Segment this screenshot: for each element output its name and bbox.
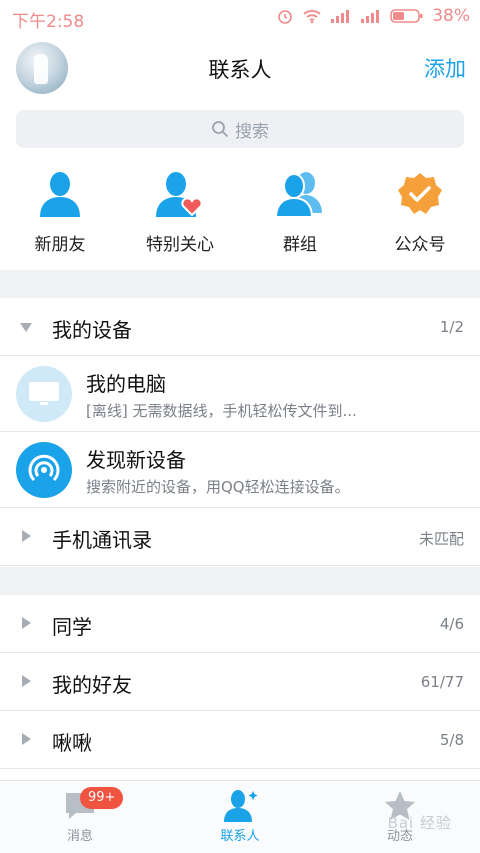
group-name: 我的好友: [52, 673, 132, 697]
group-count: 5/8: [439, 731, 464, 749]
group-phone-contacts[interactable]: 手机通讯录 未匹配: [0, 508, 480, 566]
device-subtitle: 搜索附近的设备，用QQ轻松连接设备。: [86, 478, 350, 496]
battery-level: 38%: [432, 6, 470, 26]
group-count: 未匹配: [418, 530, 464, 548]
status-time: 下午2:58: [12, 12, 85, 32]
tab-label: 消息: [66, 829, 93, 844]
quick-actions: 新朋友 特别关心 群组 公众号: [0, 168, 480, 258]
battery-icon: [390, 9, 423, 23]
quick-label: 新朋友: [34, 235, 86, 255]
chevron-right-icon: [22, 675, 31, 687]
group-my-friends[interactable]: 我的好友 61/77: [0, 653, 480, 711]
group-classmates[interactable]: 同学 4/6: [0, 595, 480, 653]
contacts-icon: [224, 790, 258, 822]
section-divider: [0, 270, 480, 298]
page-title: 联系人: [208, 58, 272, 82]
unread-badge: 99+: [80, 787, 124, 809]
device-title: 发现新设备: [86, 448, 186, 472]
device-title: 我的电脑: [86, 372, 166, 396]
signal-icon: [331, 10, 350, 23]
add-button[interactable]: 添加: [424, 53, 466, 83]
chevron-down-icon: [20, 323, 32, 332]
header: 联系人 添加: [0, 34, 480, 100]
quick-label: 特别关心: [146, 235, 214, 255]
quick-label: 群组: [283, 235, 317, 255]
group-name: 啾啾: [52, 731, 92, 755]
tab-label: 联系人: [220, 829, 260, 844]
quick-special-care[interactable]: 特别关心: [120, 168, 240, 258]
device-my-computer[interactable]: 我的电脑 [离线] 无需数据线，手机轻松传文件到...: [0, 356, 480, 432]
group-icon: [274, 168, 326, 220]
group-name: 同学: [52, 615, 92, 639]
group-count: 1/2: [439, 318, 464, 336]
search-icon: [212, 121, 229, 138]
search-input[interactable]: 搜索: [16, 110, 464, 148]
group-jiujiu[interactable]: 啾啾 5/8: [0, 711, 480, 769]
check-badge-icon: [394, 168, 446, 220]
quick-label: 公众号: [394, 235, 446, 255]
tab-messages[interactable]: 99+ 消息: [0, 781, 160, 853]
signal-icon: [361, 10, 380, 23]
search-placeholder: 搜索: [235, 121, 269, 142]
person-icon: [34, 168, 86, 220]
device-subtitle: [离线] 无需数据线，手机轻松传文件到...: [86, 402, 357, 420]
alarm-icon: [278, 10, 293, 24]
monitor-icon: [16, 366, 72, 422]
group-count: 4/6: [439, 615, 464, 633]
section-divider: [0, 567, 480, 595]
quick-new-friends[interactable]: 新朋友: [0, 168, 120, 258]
tab-contacts[interactable]: 联系人: [160, 781, 320, 853]
status-icons: 38%: [276, 6, 470, 26]
chevron-right-icon: [22, 530, 31, 542]
watermark: Bai 经验: [387, 814, 452, 832]
status-bar: 下午2:58 38%: [0, 0, 480, 34]
group-name: 我的设备: [52, 318, 132, 342]
chevron-right-icon: [22, 617, 31, 629]
quick-groups[interactable]: 群组: [240, 168, 360, 258]
radar-icon: [16, 442, 72, 498]
device-discover-new[interactable]: 发现新设备 搜索附近的设备，用QQ轻松连接设备。: [0, 432, 480, 508]
group-my-devices[interactable]: 我的设备 1/2: [0, 298, 480, 356]
chevron-right-icon: [22, 733, 31, 745]
group-name: 手机通讯录: [52, 528, 152, 552]
person-heart-icon: [154, 168, 206, 220]
group-count: 61/77: [420, 673, 464, 691]
quick-official-accounts[interactable]: 公众号: [360, 168, 480, 258]
wifi-icon: [303, 10, 321, 24]
